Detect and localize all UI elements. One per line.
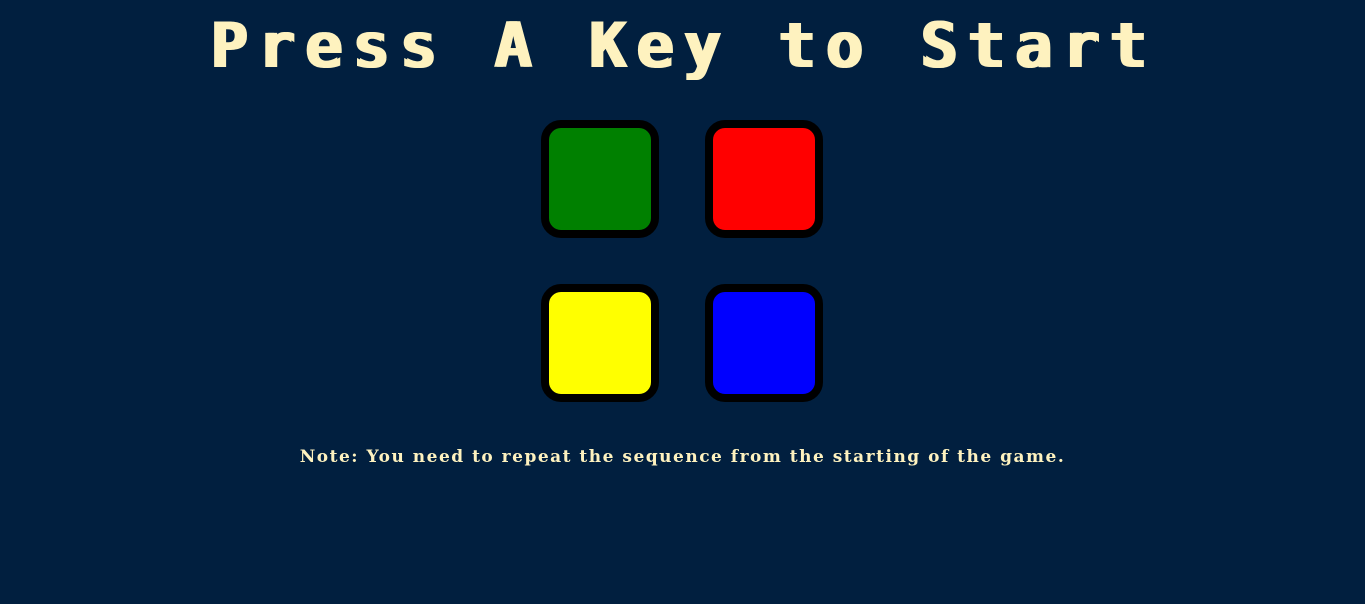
green-button[interactable]	[541, 120, 659, 238]
game-screen: Press A Key to Start Note: You need to r…	[0, 0, 1365, 604]
blue-button[interactable]	[705, 284, 823, 402]
instruction-note: Note: You need to repeat the sequence fr…	[299, 447, 1066, 467]
yellow-button[interactable]	[541, 284, 659, 402]
red-button[interactable]	[705, 120, 823, 238]
level-title: Press A Key to Start	[209, 9, 1156, 82]
